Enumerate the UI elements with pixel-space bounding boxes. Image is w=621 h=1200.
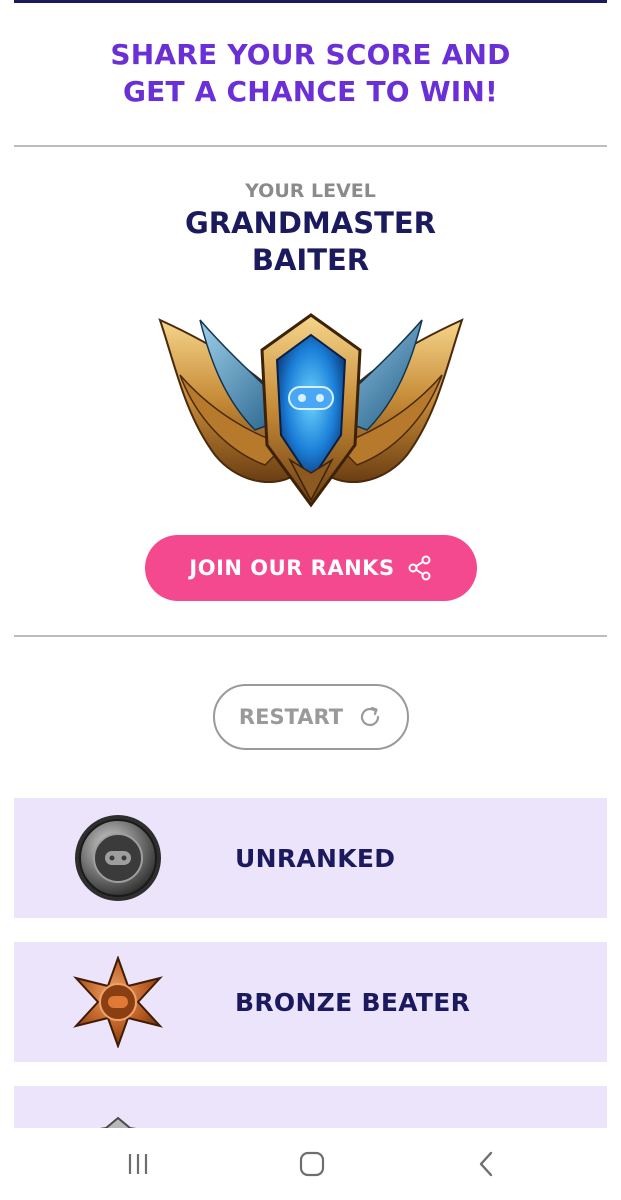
top-accent-bar (14, 0, 607, 3)
recents-button[interactable] (118, 1146, 158, 1182)
system-nav-bar (0, 1128, 621, 1200)
rank-label-unranked: UNRANKED (235, 843, 396, 873)
restart-button[interactable]: RESTART (213, 684, 409, 750)
headline-line-2: GET A CHANCE TO WIN! (122, 75, 499, 108)
recents-icon (128, 1154, 148, 1174)
home-icon (299, 1151, 325, 1177)
join-button-label: JOIN OUR RANKS (189, 556, 395, 580)
level-name: GRANDMASTER BAITER (0, 205, 621, 279)
share-icon (408, 555, 431, 581)
restart-button-label: RESTART (238, 705, 344, 729)
level-label: YOUR LEVEL (245, 180, 376, 202)
headline-line-1: SHARE YOUR SCORE AND (110, 38, 511, 71)
divider-top (14, 145, 607, 147)
home-button[interactable] (292, 1146, 332, 1182)
level-name-line-1: GRANDMASTER (184, 206, 437, 240)
back-icon (479, 1151, 493, 1177)
level-name-line-2: BAITER (251, 243, 370, 277)
grandmaster-winged-emblem-icon (158, 313, 464, 508)
results-page: SHARE YOUR SCORE AND GET A CHANCE TO WIN… (0, 0, 621, 1200)
rank-row-unranked: UNRANKED (14, 798, 607, 918)
unranked-badge-icon (75, 815, 161, 901)
back-button[interactable] (466, 1146, 506, 1182)
share-headline: SHARE YOUR SCORE AND GET A CHANCE TO WIN… (0, 36, 621, 110)
divider-middle (14, 635, 607, 637)
refresh-icon (360, 706, 380, 727)
bronze-badge-icon (73, 956, 163, 1048)
join-our-ranks-button[interactable]: JOIN OUR RANKS (145, 535, 477, 601)
rank-row-bronze-beater: BRONZE BEATER (14, 942, 607, 1062)
rank-label-bronze-beater: BRONZE BEATER (235, 987, 471, 1017)
